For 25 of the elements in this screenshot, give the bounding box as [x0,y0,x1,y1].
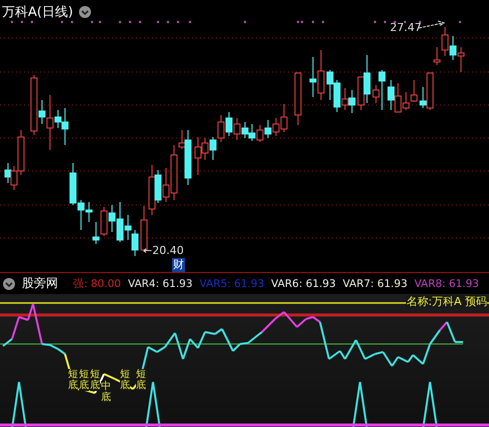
indicator-value: VAR7: 61.93 [342,278,408,290]
signal-label: 短底 [90,369,100,391]
dropdown-icon[interactable] [79,6,92,18]
indicator-value: VAR5: 61.93 [200,278,264,290]
indicator-caption: 名称:万科A 预码 [406,295,487,308]
signal-label: 短底 [136,369,146,391]
spike-line [11,381,27,427]
spike-line [145,381,161,427]
low-price-label: ←20.40 [143,244,184,257]
signal-label: 短底 [68,369,78,391]
signal-label: 短底 [120,369,130,391]
dropdown-icon[interactable] [3,278,15,290]
spike-line [422,381,438,427]
indicator-value: VAR4: 61.93 [128,278,193,290]
candlestick [294,72,302,126]
high-price-label: 27.47 [390,21,422,34]
signal-label: 中底 [101,381,111,403]
chart-title: 万科A(日线) [2,4,74,21]
indicator-name: 股旁网 [22,275,58,292]
indicator-value: 强: 80.00 [73,276,121,290]
indicator-value: VAR6: 61.93 [271,278,336,290]
spike-line [352,381,368,427]
signal-label: 短底 [79,369,89,391]
indicator-value: VAR8: 61.93 [414,278,479,290]
event-badge[interactable]: 财 [172,258,185,272]
